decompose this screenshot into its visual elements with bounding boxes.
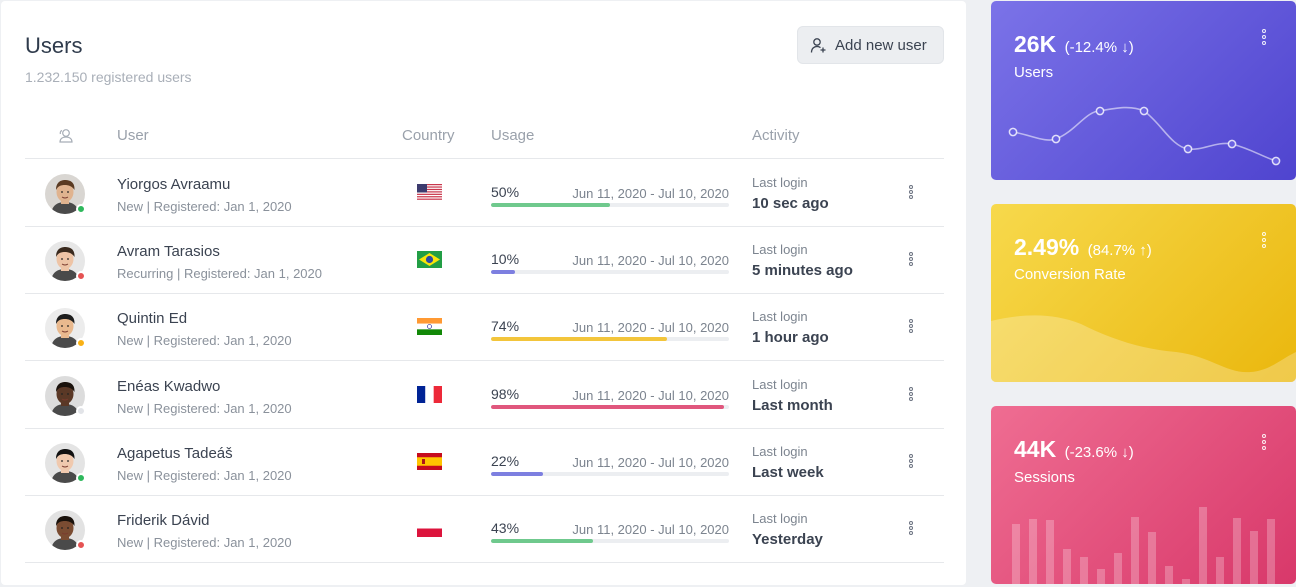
table-row[interactable]: Agapetus Tadeáš New | Registered: Jan 1,… [25, 429, 944, 496]
usage-percent: 74% [491, 318, 520, 335]
status-indicator [76, 338, 86, 349]
row-more-options-icon[interactable] [906, 520, 916, 540]
usage-period: Jun 11, 2020 - Jul 10, 2020 [572, 320, 729, 336]
usage-progress-bar [491, 471, 729, 476]
usage-progress-fill [491, 337, 668, 342]
activity-label: Last login [752, 309, 808, 325]
usage-period: Jun 11, 2020 - Jul 10, 2020 [572, 522, 729, 537]
activity-value: Last month [752, 396, 833, 414]
avatar[interactable] [45, 442, 86, 483]
table-row[interactable]: Avram Tarasios Recurring | Registered: J… [25, 227, 944, 295]
user-meta: New | Registered: Jan 1, 2020 [117, 400, 292, 416]
column-country[interactable]: Country [402, 127, 455, 144]
user-name[interactable]: Avram Tarasios [117, 243, 220, 260]
add-new-user-label: Add new user [835, 36, 927, 54]
row-more-options-icon[interactable] [906, 453, 916, 473]
country-flag-icon [417, 184, 442, 201]
usage-percent: 43% [491, 520, 520, 536]
table-row[interactable]: Yiorgos Avraamu New | Registered: Jan 1,… [25, 160, 944, 227]
page-title: Users [25, 33, 83, 58]
usage-period: Jun 11, 2020 - Jul 10, 2020 [572, 454, 729, 470]
activity-value: 1 hour ago [752, 329, 829, 347]
user-name[interactable]: Quintin Ed [117, 310, 187, 327]
table-row[interactable]: Enéas Kwadwo New | Registered: Jan 1, 20… [25, 362, 944, 429]
table-row[interactable]: Friderik Dávid New | Registered: Jan 1, … [25, 496, 944, 563]
people-icon [57, 128, 74, 147]
usage-progress-fill [491, 270, 515, 275]
row-more-options-icon[interactable] [906, 318, 916, 338]
column-activity[interactable]: Activity [752, 127, 800, 144]
usage-percent: 50% [491, 184, 520, 200]
column-usage[interactable]: Usage [491, 127, 534, 144]
usage-percent: 22% [491, 452, 520, 469]
user-name[interactable]: Yiorgos Avraamu [117, 176, 230, 193]
usage-progress-bar [491, 539, 729, 543]
row-more-options-icon[interactable] [906, 184, 916, 204]
country-flag-icon [417, 251, 442, 269]
usage-progress-fill [491, 471, 544, 476]
avatar[interactable] [45, 241, 86, 282]
sessions-bar-chart [1012, 507, 1275, 584]
status-indicator [76, 472, 86, 483]
usage-period: Jun 11, 2020 - Jul 10, 2020 [572, 387, 729, 403]
activity-label: Last login [752, 242, 808, 258]
country-flag-icon [417, 318, 442, 336]
activity-label: Last login [752, 175, 808, 190]
activity-label: Last login [752, 443, 808, 459]
usage-period: Jun 11, 2020 - Jul 10, 2020 [572, 253, 729, 269]
avatar[interactable] [45, 375, 86, 416]
country-flag-icon [417, 385, 442, 403]
activity-value: Last week [752, 463, 824, 481]
column-user[interactable]: User [117, 127, 149, 144]
status-indicator [76, 540, 86, 550]
row-more-options-icon[interactable] [906, 251, 916, 271]
activity-label: Last login [752, 511, 808, 526]
user-name[interactable]: Friderik Dávid [117, 512, 210, 529]
user-meta: New | Registered: Jan 1, 2020 [117, 199, 292, 214]
table-header: User Country Usage Activity [25, 117, 944, 159]
activity-value: 5 minutes ago [752, 262, 853, 280]
usage-progress-bar [491, 337, 729, 342]
user-name[interactable]: Agapetus Tadeáš [117, 445, 233, 462]
status-indicator [76, 271, 86, 282]
users-line-chart [1008, 106, 1281, 166]
avatar[interactable] [45, 308, 86, 349]
usage-progress-fill [491, 203, 610, 207]
row-more-options-icon[interactable] [906, 386, 916, 406]
users-stat-card: 26K (-12.4% ↓) Users [991, 1, 1296, 180]
activity-label: Last login [752, 376, 808, 392]
conversion-stat-card: 2.49% (84.7% ↑) Conversion Rate [991, 204, 1296, 382]
add-user-icon [810, 37, 826, 53]
usage-percent: 98% [491, 385, 520, 402]
user-meta: New | Registered: Jan 1, 2020 [117, 535, 292, 550]
status-indicator [76, 405, 86, 416]
conversion-area-chart [991, 315, 1296, 382]
usage-progress-fill [491, 539, 594, 543]
activity-value: Yesterday [752, 531, 823, 548]
avatar[interactable] [45, 174, 86, 214]
user-meta: Recurring | Registered: Jan 1, 2020 [117, 266, 322, 282]
user-meta: New | Registered: Jan 1, 2020 [117, 333, 292, 349]
user-meta: New | Registered: Jan 1, 2020 [117, 467, 292, 483]
country-flag-icon [417, 452, 442, 470]
status-indicator [76, 204, 86, 214]
table-row[interactable]: Quintin Ed New | Registered: Jan 1, 2020… [25, 294, 944, 362]
usage-progress-bar [491, 203, 729, 207]
usage-progress-fill [491, 404, 725, 409]
usage-progress-bar [491, 404, 729, 409]
activity-value: 10 sec ago [752, 195, 829, 212]
users-card: Users 1.232.150 registered users Add new… [1, 1, 966, 585]
page-subtitle: 1.232.150 registered users [25, 69, 192, 85]
user-name[interactable]: Enéas Kwadwo [117, 378, 220, 395]
usage-progress-bar [491, 270, 729, 275]
avatar[interactable] [45, 510, 86, 550]
usage-period: Jun 11, 2020 - Jul 10, 2020 [572, 186, 729, 201]
usage-percent: 10% [491, 251, 520, 268]
country-flag-icon [417, 520, 442, 537]
sessions-stat-card: 44K (-23.6% ↓) Sessions [991, 406, 1296, 584]
add-new-user-button[interactable]: Add new user [797, 26, 944, 64]
